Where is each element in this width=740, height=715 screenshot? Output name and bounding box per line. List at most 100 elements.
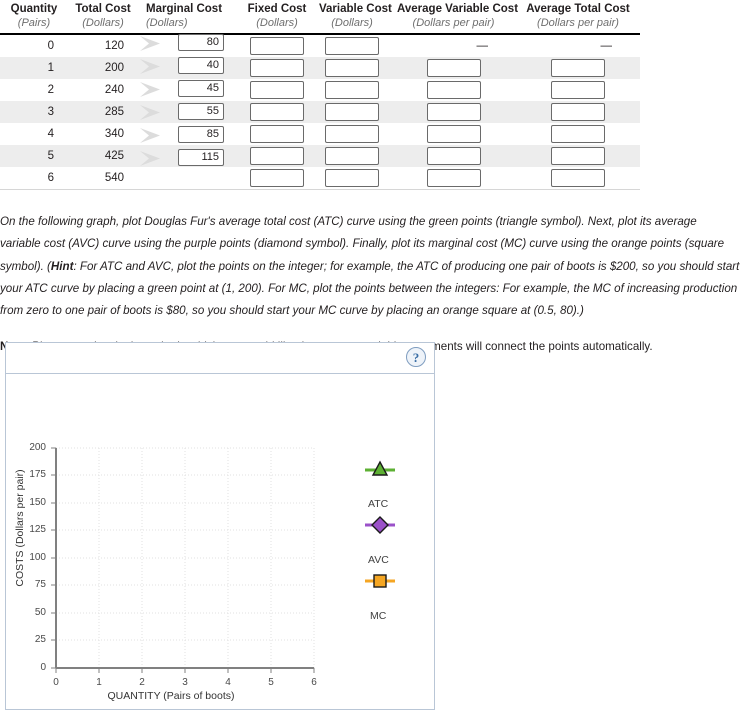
- marginal-cost-entry: [140, 101, 250, 123]
- column-header-quantity: Quantity (Pairs): [0, 0, 68, 36]
- cell-avc-dash: —: [476, 40, 489, 53]
- column-header-variable-cost: Variable Cost (Dollars): [313, 0, 392, 36]
- table-row: 6 540: [0, 167, 640, 191]
- x-tick-label: 0: [53, 677, 59, 688]
- table-body: 0 120 — — 1 200 2 240 3 285 4 340 5 425 …: [0, 34, 640, 191]
- cell-quantity: 3: [0, 101, 68, 124]
- marginal-cost-input[interactable]: [178, 80, 224, 97]
- marginal-cost-input[interactable]: [178, 126, 224, 143]
- table-header-row: Quantity (Pairs) Total Cost (Dollars) Ma…: [0, 0, 640, 36]
- cell-total-cost: 240: [104, 84, 124, 97]
- atc-input[interactable]: [551, 103, 605, 122]
- legend-marker-atc: [365, 460, 395, 476]
- column-header-fixed-cost: Fixed Cost (Dollars): [241, 0, 313, 36]
- y-tick-label: 25: [34, 634, 46, 645]
- fixed-cost-input[interactable]: [250, 103, 304, 122]
- cell-fixed-cost: [241, 167, 313, 191]
- table-row: 2 240: [0, 79, 640, 101]
- atc-input[interactable]: [551, 125, 605, 144]
- fixed-cost-input[interactable]: [250, 59, 304, 78]
- avc-input[interactable]: [426, 125, 481, 144]
- chevron-right-icon: [140, 151, 160, 166]
- column-unit: (Dollars per pair): [537, 17, 619, 30]
- cell-quantity: 4: [47, 128, 54, 141]
- graph-panel: ? COSTS (Dollars per pair) 200 175 150 1…: [5, 342, 435, 710]
- instruction-paragraph: On the following graph, plot Douglas Fur…: [0, 211, 740, 322]
- column-unit: (Dollars): [256, 17, 298, 30]
- y-tick-label: 75: [34, 579, 46, 590]
- cell-avc: [391, 145, 516, 168]
- atc-input[interactable]: [551, 59, 605, 78]
- cell-atc: [516, 57, 640, 80]
- cell-marginal-cost: [138, 167, 241, 191]
- marginal-cost-entry: [140, 78, 250, 100]
- x-tick-label: 6: [311, 677, 317, 688]
- cell-variable-cost: [313, 79, 391, 101]
- column-header-average-total-cost: Average Total Cost (Dollars per pair): [516, 0, 640, 36]
- marginal-cost-entry: [140, 124, 250, 146]
- marginal-cost-input[interactable]: [178, 103, 224, 120]
- cell-variable-cost: [313, 101, 391, 124]
- variable-cost-input[interactable]: [325, 81, 379, 100]
- marginal-cost-input[interactable]: [178, 34, 224, 51]
- table-row: 0 120 — —: [0, 34, 640, 57]
- cell-fixed-cost: [241, 145, 313, 168]
- fixed-cost-input[interactable]: [250, 125, 304, 144]
- variable-cost-input[interactable]: [325, 37, 379, 56]
- cell-total-cost: 120: [104, 40, 124, 53]
- avc-input[interactable]: [426, 169, 481, 188]
- y-tick-label: 125: [29, 524, 46, 535]
- marginal-cost-entry: [140, 147, 250, 169]
- fixed-cost-input[interactable]: [250, 147, 304, 166]
- column-title: Marginal Cost: [146, 3, 223, 15]
- help-icon[interactable]: ?: [406, 347, 426, 367]
- variable-cost-input[interactable]: [325, 147, 379, 166]
- plot-svg[interactable]: [6, 374, 436, 710]
- fixed-cost-input[interactable]: [250, 81, 304, 100]
- cell-atc-dash: —: [600, 40, 613, 53]
- variable-cost-input[interactable]: [325, 103, 379, 122]
- cell-fixed-cost: [241, 101, 313, 124]
- cell-fixed-cost: [241, 123, 313, 145]
- fixed-cost-input[interactable]: [250, 169, 304, 188]
- cell-atc: [516, 145, 640, 168]
- cell-total-cost: 285: [68, 101, 138, 124]
- atc-input[interactable]: [551, 81, 605, 100]
- table-row: 4 340: [0, 123, 640, 145]
- legend-marker-mc: [365, 574, 395, 588]
- cell-atc: [516, 101, 640, 124]
- x-tick-label: 5: [268, 677, 274, 688]
- fixed-cost-input[interactable]: [250, 37, 304, 56]
- column-unit: (Dollars per pair): [412, 17, 495, 30]
- atc-input[interactable]: [551, 147, 605, 166]
- avc-input[interactable]: [426, 59, 481, 78]
- column-title: Total Cost: [75, 3, 131, 15]
- chevron-right-icon: [140, 36, 160, 51]
- variable-cost-input[interactable]: [325, 59, 379, 78]
- cell-variable-cost: [313, 57, 391, 80]
- chevron-right-icon: [140, 82, 160, 97]
- legend-label-atc[interactable]: ATC: [368, 498, 388, 510]
- instruction-text-part2: : For ATC and AVC, plot the points on th…: [0, 259, 740, 318]
- avc-input[interactable]: [426, 147, 481, 166]
- x-tick-label: 3: [182, 677, 188, 688]
- avc-input[interactable]: [426, 103, 481, 122]
- cell-quantity: 0: [47, 40, 54, 53]
- atc-input[interactable]: [551, 169, 605, 188]
- variable-cost-input[interactable]: [325, 125, 379, 144]
- cell-quantity: 5: [0, 145, 68, 168]
- legend-label-mc[interactable]: MC: [370, 610, 386, 622]
- variable-cost-input[interactable]: [325, 169, 379, 188]
- column-unit: (Dollars): [331, 17, 373, 30]
- chevron-right-icon: [140, 59, 160, 74]
- marginal-cost-input[interactable]: [178, 57, 224, 74]
- cell-fixed-cost: [241, 57, 313, 80]
- legend-label-avc[interactable]: AVC: [368, 554, 389, 566]
- avc-input[interactable]: [426, 81, 481, 100]
- hint-label: Hint: [50, 259, 74, 273]
- cell-quantity: 2: [47, 84, 54, 97]
- cell-total-cost: 340: [104, 128, 124, 141]
- column-title: Average Variable Cost: [397, 3, 519, 15]
- plot-area[interactable]: COSTS (Dollars per pair) 200 175 150 125…: [6, 374, 434, 710]
- marginal-cost-input[interactable]: [178, 149, 224, 166]
